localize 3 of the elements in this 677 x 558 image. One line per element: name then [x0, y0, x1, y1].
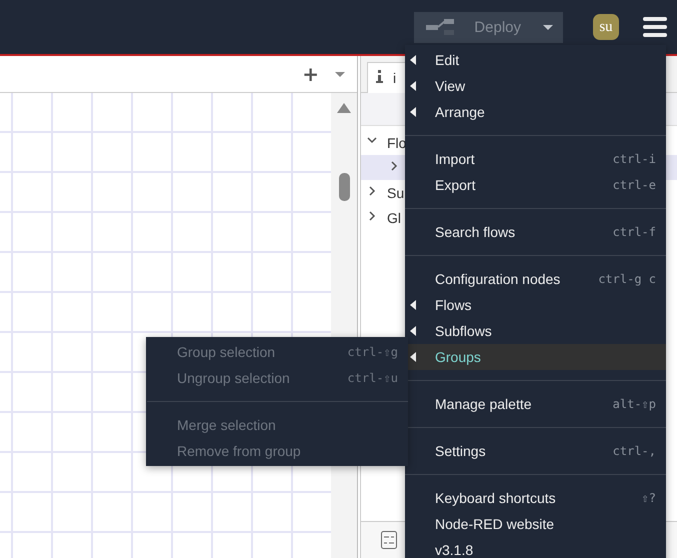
tree-label: Su — [387, 184, 404, 200]
tree-label: Gl — [387, 210, 401, 226]
tree-label: Flo — [387, 134, 406, 150]
